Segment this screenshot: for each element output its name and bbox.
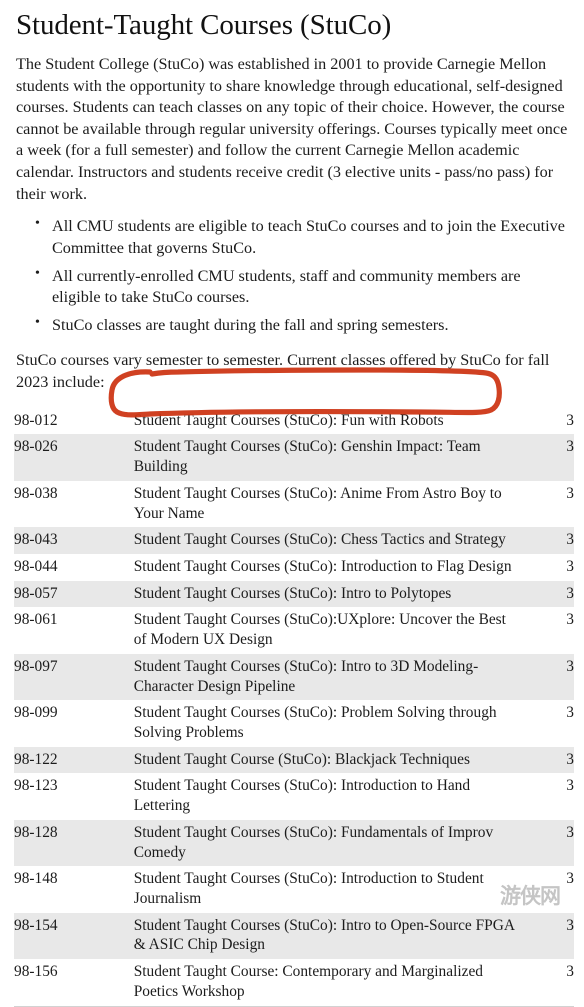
course-number: 98-057 [14, 584, 58, 602]
course-number: 98-038 [14, 484, 58, 502]
course-number: 98-148 [14, 870, 58, 888]
course-units: 3 [566, 411, 574, 429]
site-watermark: 游侠网 [500, 884, 561, 908]
course-number: 98-044 [14, 557, 58, 575]
course-units: 3 [566, 531, 574, 549]
course-title: Student Taught Courses (StuCo):UXplore: … [133, 611, 506, 649]
course-title: Student Taught Courses (StuCo): Intro to… [133, 657, 479, 695]
course-title: Student Taught Course (StuCo): Blackjack… [133, 750, 470, 768]
table-row[interactable]: 98-097 Student Taught Courses (StuCo): I… [14, 653, 574, 701]
course-title: Student Taught Courses (StuCo): Chess Ta… [133, 531, 506, 549]
course-title: Student Taught Courses (StuCo): Fun with… [133, 411, 444, 429]
course-title: Student Taught Courses (StuCo): Anime Fr… [133, 484, 502, 522]
table-row[interactable]: 98-061 Student Taught Courses (StuCo):UX… [14, 607, 574, 654]
list-item: All currently-enrolled CMU students, sta… [35, 265, 566, 309]
table-row[interactable]: 98-026 Student Taught Courses (StuCo): G… [14, 434, 574, 481]
table-row[interactable]: 98-057 Student Taught Courses (StuCo): I… [14, 580, 574, 608]
course-title: Student Taught Courses (StuCo): Intro to… [133, 916, 515, 954]
course-units: 3 [519, 959, 574, 1007]
list-item: All CMU students are eligible to teach S… [35, 215, 566, 259]
course-units: 3 [566, 704, 574, 722]
table-row[interactable]: 98-148 Student Taught Courses (StuCo): I… [14, 866, 574, 913]
course-title: Student Taught Courses (StuCo): Intro to… [133, 584, 452, 602]
table-row[interactable]: 98-043 Student Taught Courses (StuCo): C… [14, 527, 574, 554]
table-row[interactable]: 98-122 Student Taught Course (StuCo): Bl… [14, 746, 574, 774]
course-number: 98-043 [14, 531, 58, 549]
course-number: 98-122 [14, 750, 58, 768]
document-page: Student-Taught Courses (StuCo) The Stude… [0, 0, 584, 1007]
course-number: 98-156 [14, 959, 134, 1007]
course-title: Student Taught Courses (StuCo): Problem … [133, 704, 497, 741]
course-number: 98-012 [14, 411, 58, 429]
course-number: 98-154 [14, 916, 58, 934]
course-units: 3 [566, 611, 574, 629]
page-title: Student-Taught Courses (StuCo) [16, 9, 392, 41]
table-row[interactable]: 98-012 Student Taught Courses (StuCo): F… [14, 407, 574, 435]
table-row[interactable]: 98-156 Student Taught Course: Contempora… [14, 959, 574, 1007]
course-number: 98-099 [14, 704, 58, 722]
course-number: 98-128 [14, 823, 58, 841]
course-title: Student Taught Course: Contemporary and … [133, 959, 520, 1007]
course-units: 3 [566, 823, 574, 841]
course-number: 98-123 [14, 777, 58, 795]
intro-paragraph: The Student College (StuCo) was establis… [16, 54, 568, 203]
course-number: 98-097 [14, 657, 58, 675]
course-listing-table: 98-012 Student Taught Courses (StuCo): F… [14, 407, 574, 1007]
course-units: 3 [566, 916, 574, 934]
course-units: 3 [566, 750, 574, 768]
course-units: 3 [566, 777, 574, 795]
list-item: StuCo classes are taught during the fall… [35, 314, 566, 337]
table-row[interactable]: 98-044 Student Taught Courses (StuCo): I… [14, 553, 574, 581]
course-number: 98-061 [14, 611, 58, 629]
table-row[interactable]: 98-099 Student Taught Courses (StuCo): P… [14, 700, 574, 747]
table-row[interactable]: 98-154 Student Taught Courses (StuCo): I… [14, 912, 574, 960]
table-row[interactable]: 98-038 Student Taught Courses (StuCo): A… [14, 480, 574, 528]
eligibility-bullet-list: All CMU students are eligible to teach S… [0, 215, 584, 337]
table-row[interactable]: 98-123 Student Taught Courses (StuCo): I… [14, 773, 574, 820]
course-units: 3 [566, 657, 574, 675]
course-title: Student Taught Courses (StuCo): Fundamen… [133, 823, 494, 861]
course-title: Student Taught Courses (StuCo): Introduc… [133, 870, 484, 908]
closing-paragraph: StuCo courses vary semester to semester.… [16, 351, 550, 392]
course-table-container: 98-012 Student Taught Courses (StuCo): F… [0, 407, 584, 1007]
course-units: 3 [566, 484, 574, 502]
course-units: 3 [566, 557, 574, 575]
course-title: Student Taught Courses (StuCo): Genshin … [133, 438, 481, 476]
table-row[interactable]: 98-128 Student Taught Courses (StuCo): F… [14, 819, 574, 867]
course-number: 98-026 [14, 438, 58, 456]
course-units: 3 [566, 438, 574, 456]
course-units: 3 [566, 584, 574, 602]
course-title: Student Taught Courses (StuCo): Introduc… [133, 557, 512, 575]
course-title: Student Taught Courses (StuCo): Introduc… [133, 777, 471, 815]
